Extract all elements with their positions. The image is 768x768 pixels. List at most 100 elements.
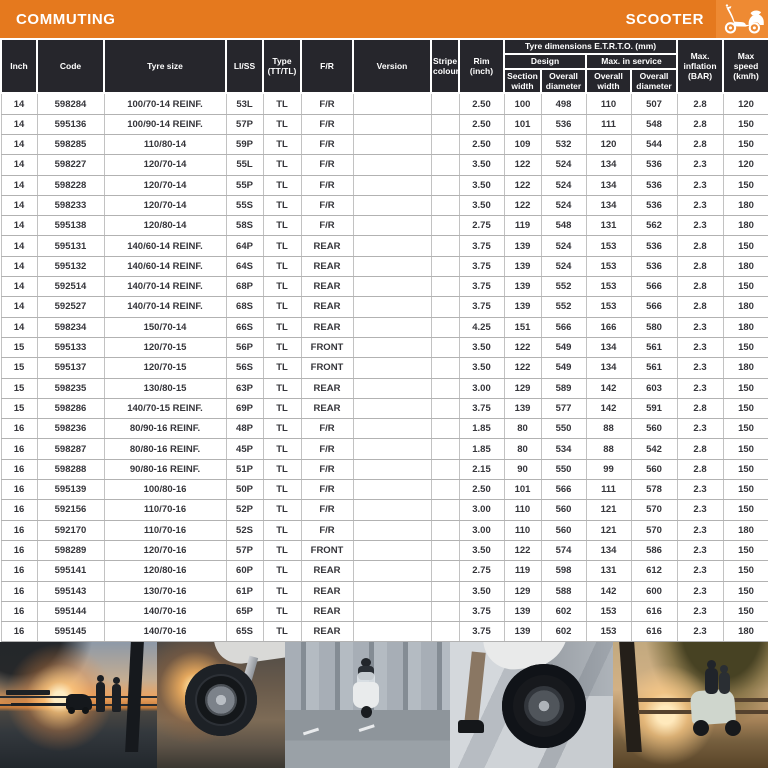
- table-row: 14592514140/70-14 REINF.68PTLREAR3.75139…: [1, 277, 768, 297]
- cell-section_width: 122: [504, 195, 541, 215]
- cell-version: [353, 337, 431, 357]
- cell-overall_diameter_design: 498: [541, 93, 586, 114]
- cell-li_ss: 65S: [226, 622, 263, 642]
- cell-inch: 16: [1, 540, 37, 560]
- cell-stripe_colour: [431, 216, 459, 236]
- cell-section_width: 119: [504, 216, 541, 236]
- cell-rim: 3.50: [459, 337, 504, 357]
- cell-max_inflation: 2.3: [677, 358, 723, 378]
- cell-tyre_size: 110/80-14: [104, 134, 226, 154]
- cell-overall_width: 142: [586, 378, 631, 398]
- cell-max_speed: 120: [723, 155, 768, 175]
- cell-version: [353, 520, 431, 540]
- cell-version: [353, 459, 431, 479]
- cell-li_ss: 52S: [226, 520, 263, 540]
- col-header-design-group: Design: [504, 54, 586, 69]
- cell-max_speed: 180: [723, 622, 768, 642]
- cell-tyre_size: 140/70-16: [104, 601, 226, 621]
- cell-code: 595144: [37, 601, 104, 621]
- cell-stripe_colour: [431, 93, 459, 114]
- cell-rim: 3.50: [459, 358, 504, 378]
- cell-max_inflation: 2.8: [677, 398, 723, 418]
- cell-tyre_size: 140/70-14 REINF.: [104, 277, 226, 297]
- cell-overall_diameter_design: 549: [541, 337, 586, 357]
- cell-overall_diameter_design: 588: [541, 581, 586, 601]
- scooter-icon: [716, 0, 768, 38]
- cell-code: 595145: [37, 622, 104, 642]
- cell-li_ss: 56S: [226, 358, 263, 378]
- cell-rim: 3.50: [459, 540, 504, 560]
- cell-rim: 2.75: [459, 561, 504, 581]
- cell-type: TL: [263, 419, 301, 439]
- cell-max_inflation: 2.3: [677, 581, 723, 601]
- cell-rim: 3.00: [459, 378, 504, 398]
- cell-section_width: 129: [504, 581, 541, 601]
- cell-stripe_colour: [431, 419, 459, 439]
- cell-stripe_colour: [431, 561, 459, 581]
- cell-rim: 3.75: [459, 622, 504, 642]
- cell-max_inflation: 2.8: [677, 93, 723, 114]
- cell-fr: REAR: [301, 236, 353, 256]
- cell-li_ss: 57P: [226, 114, 263, 134]
- cell-max_inflation: 2.3: [677, 195, 723, 215]
- cell-type: TL: [263, 277, 301, 297]
- table-row: 1659828780/80-16 REINF.45PTLF/R1.8580534…: [1, 439, 768, 459]
- cell-section_width: 139: [504, 297, 541, 317]
- cell-overall_diameter_design: 566: [541, 317, 586, 337]
- cell-li_ss: 59P: [226, 134, 263, 154]
- cell-fr: F/R: [301, 419, 353, 439]
- cell-type: TL: [263, 155, 301, 175]
- cell-overall_width: 134: [586, 540, 631, 560]
- cell-max_speed: 150: [723, 236, 768, 256]
- cell-max_inflation: 2.3: [677, 337, 723, 357]
- cell-version: [353, 134, 431, 154]
- cell-stripe_colour: [431, 175, 459, 195]
- cell-inch: 14: [1, 236, 37, 256]
- cell-tyre_size: 120/70-14: [104, 195, 226, 215]
- cell-overall_width: 99: [586, 459, 631, 479]
- cell-code: 595131: [37, 236, 104, 256]
- cell-overall_width: 142: [586, 581, 631, 601]
- scooter-silhouette-shape: [66, 694, 92, 710]
- cell-type: TL: [263, 459, 301, 479]
- cell-li_ss: 66S: [226, 317, 263, 337]
- cell-section_width: 139: [504, 277, 541, 297]
- cell-inch: 14: [1, 114, 37, 134]
- cell-section_width: 100: [504, 93, 541, 114]
- cell-overall_diameter_design: 560: [541, 500, 586, 520]
- cell-rim: 3.50: [459, 175, 504, 195]
- cell-version: [353, 155, 431, 175]
- cell-tyre_size: 140/70-16: [104, 622, 226, 642]
- cell-fr: FRONT: [301, 337, 353, 357]
- cell-version: [353, 236, 431, 256]
- cell-type: TL: [263, 601, 301, 621]
- cell-overall_diameter_service: 536: [631, 256, 677, 276]
- cell-section_width: 80: [504, 439, 541, 459]
- cell-overall_diameter_design: 566: [541, 480, 586, 500]
- cell-max_speed: 150: [723, 277, 768, 297]
- table-row: 16592170110/70-1652STLF/R3.0011056012157…: [1, 520, 768, 540]
- cell-max_inflation: 2.3: [677, 480, 723, 500]
- cell-max_inflation: 2.8: [677, 297, 723, 317]
- cell-overall_width: 134: [586, 155, 631, 175]
- cell-overall_diameter_design: 548: [541, 216, 586, 236]
- cell-type: TL: [263, 561, 301, 581]
- col-header-overall-width: Overall width: [586, 69, 631, 93]
- cell-rim: 3.50: [459, 155, 504, 175]
- cell-code: 598284: [37, 93, 104, 114]
- cell-rim: 2.50: [459, 480, 504, 500]
- cell-max_inflation: 2.8: [677, 277, 723, 297]
- cell-max_speed: 150: [723, 337, 768, 357]
- table-row: 14598285110/80-1459PTLF/R2.5010953212054…: [1, 134, 768, 154]
- cell-max_speed: 150: [723, 439, 768, 459]
- leg-shape: [464, 652, 485, 725]
- cell-stripe_colour: [431, 195, 459, 215]
- col-header-overall-diameter-service: Overall diameter: [631, 69, 677, 93]
- cell-overall_width: 134: [586, 195, 631, 215]
- cell-tyre_size: 120/80-16: [104, 561, 226, 581]
- col-header-max-in-service-group: Max. in service: [586, 54, 677, 69]
- cell-section_width: 110: [504, 520, 541, 540]
- cell-max_speed: 150: [723, 175, 768, 195]
- cell-inch: 16: [1, 500, 37, 520]
- cell-inch: 14: [1, 195, 37, 215]
